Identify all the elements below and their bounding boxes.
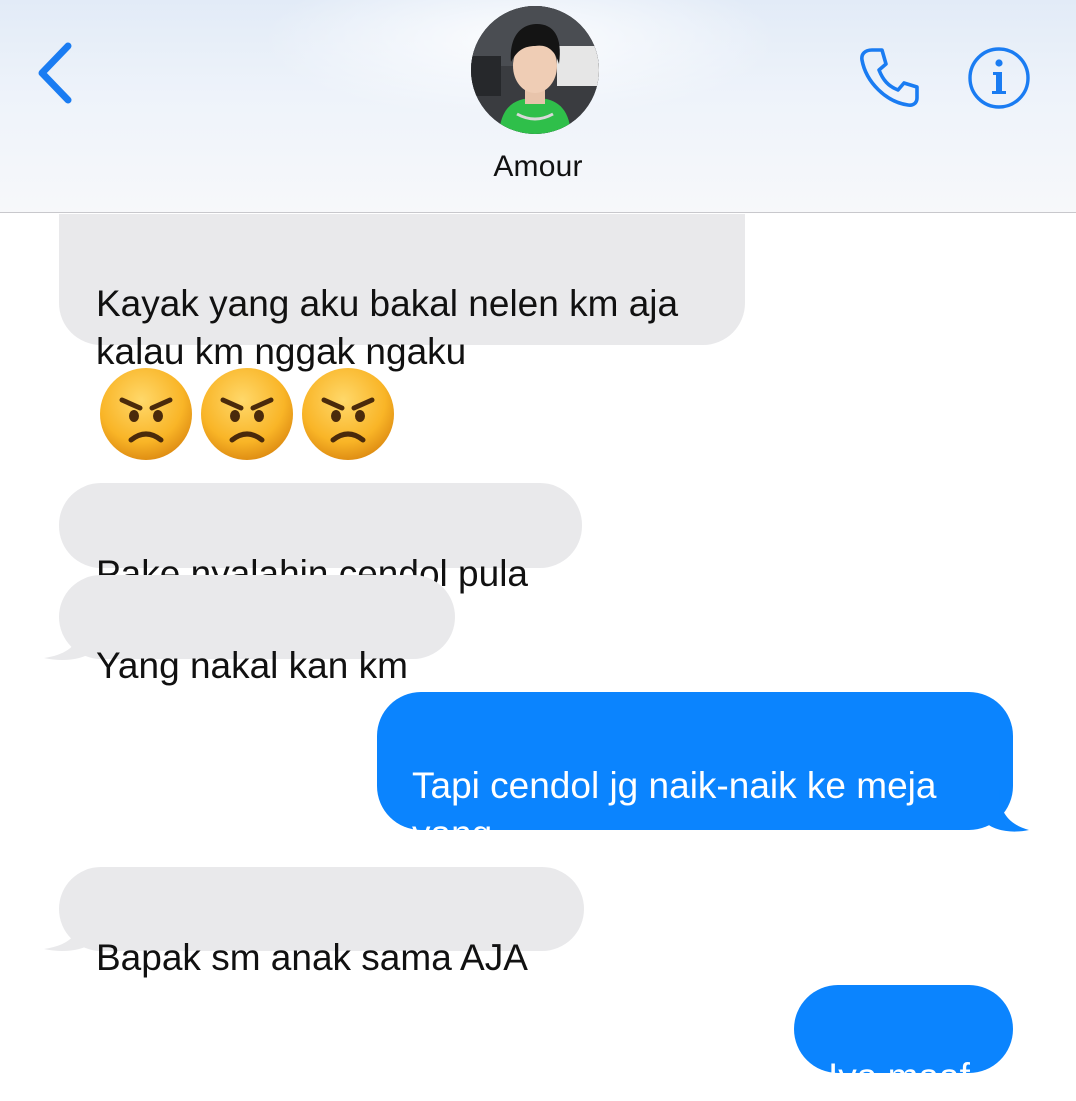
call-button[interactable] xyxy=(854,42,924,112)
outgoing-message[interactable]: Iya maaf xyxy=(794,985,1013,1097)
message-text: Tapi cendol jg naik-naik ke meja yang... xyxy=(412,765,937,854)
message-text: Yang nakal kan km xyxy=(96,645,408,686)
bubble-tail xyxy=(44,620,92,660)
info-button[interactable] xyxy=(966,45,1032,111)
back-button[interactable] xyxy=(30,38,86,108)
phone-icon xyxy=(860,48,919,107)
bubble-tail xyxy=(985,790,1029,832)
info-icon xyxy=(968,47,1030,109)
contact-name[interactable]: Amour xyxy=(0,150,1076,184)
angry-face-emoji xyxy=(201,368,293,460)
avatar-photo xyxy=(471,6,599,134)
message-text: Kayak yang aku bakal nelen km aja kalau … xyxy=(96,283,679,372)
incoming-message[interactable]: Yang nakal kan km xyxy=(59,575,455,686)
contact-avatar[interactable] xyxy=(471,6,599,134)
angry-face-emoji xyxy=(302,368,394,460)
outgoing-message[interactable]: Tapi cendol jg naik-naik ke meja yang... xyxy=(377,692,1013,854)
bubble-tail xyxy=(44,911,92,951)
incoming-message[interactable]: Kayak yang aku bakal nelen km aja kalau … xyxy=(59,214,745,372)
chevron-left-icon xyxy=(38,42,72,104)
incoming-message[interactable]: Bapak sm anak sama AJA xyxy=(59,867,584,978)
message-text: Iya maaf xyxy=(828,1056,970,1097)
angry-face-emoji xyxy=(100,368,192,460)
conversation-header: Amour xyxy=(0,0,1076,213)
incoming-message[interactable]: Pake nyalahin cendol pula xyxy=(59,483,582,594)
message-text: Bapak sm anak sama AJA xyxy=(96,937,528,978)
